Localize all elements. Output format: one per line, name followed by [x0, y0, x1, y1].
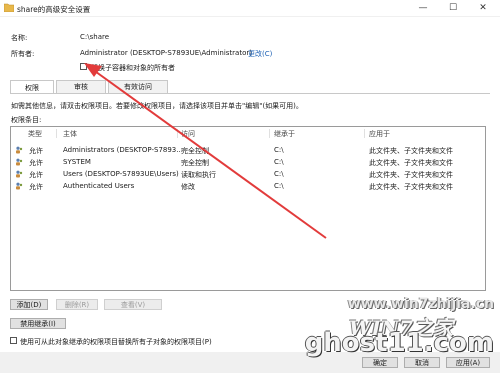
watermark-url-top: www.win7zhijia.cn	[347, 296, 494, 312]
column-header-access[interactable]: 访问	[181, 129, 195, 139]
table-row[interactable]: 允许 Administrators (DESKTOP-S7893... 完全控制…	[12, 145, 484, 155]
description-text: 如需其他信息，请双击权限项目。若要修改权限项目，请选择该项目并单击"编辑"(如果…	[11, 102, 303, 110]
maximize-icon: ☐	[448, 3, 458, 13]
replace-owner-checkbox[interactable]	[80, 63, 87, 70]
name-label: 名称:	[11, 34, 28, 42]
tab-panel-border	[10, 93, 490, 94]
row-type: 允许	[29, 147, 43, 155]
row-applies: 此文件夹、子文件夹和文件	[369, 171, 453, 179]
row-access: 修改	[181, 183, 195, 191]
column-divider	[56, 129, 57, 138]
table-row[interactable]: 允许 Users (DESKTOP-S7893UE\Users) 读取和执行 C…	[12, 169, 484, 179]
row-inherited: C:\	[274, 170, 284, 178]
users-icon	[16, 146, 23, 154]
row-principal: Administrators (DESKTOP-S7893...	[63, 146, 183, 154]
row-access: 完全控制	[181, 159, 209, 167]
replace-owner-label: 替换子容器和对象的所有者	[91, 64, 175, 72]
minimize-icon: —	[418, 3, 428, 13]
folder-icon	[4, 3, 14, 12]
change-owner-link[interactable]: 更改(C)	[248, 49, 272, 59]
replace-child-permissions-checkbox[interactable]	[10, 337, 17, 344]
table-row[interactable]: 允许 SYSTEM 完全控制 C:\ 此文件夹、子文件夹和文件	[12, 157, 484, 167]
row-type: 允许	[29, 183, 43, 191]
cancel-button[interactable]: 取消	[404, 357, 440, 368]
replace-child-permissions-label: 使用可从此对象继承的权限项目替换所有子对象的权限项目(P)	[20, 338, 212, 346]
tab-permissions[interactable]: 权限	[10, 80, 54, 94]
minimize-button[interactable]: —	[408, 0, 438, 16]
title-bar: share的高级安全设置 — ☐ ✕	[0, 0, 500, 17]
users-icon	[16, 182, 23, 190]
add-button[interactable]: 添加(D)	[10, 299, 48, 310]
users-icon	[16, 170, 23, 178]
close-button[interactable]: ✕	[468, 0, 498, 16]
name-value: C:\share	[80, 33, 110, 41]
maximize-button[interactable]: ☐	[438, 0, 468, 16]
row-access: 完全控制	[181, 147, 209, 155]
column-header-type[interactable]: 类型	[28, 129, 42, 139]
window-title: share的高级安全设置	[17, 5, 91, 14]
row-access: 读取和执行	[181, 171, 216, 179]
close-icon: ✕	[479, 3, 487, 13]
row-type: 允许	[29, 159, 43, 167]
ok-button[interactable]: 确定	[362, 357, 398, 368]
column-divider	[364, 129, 365, 138]
permission-entries-table[interactable]: 类型 主体 访问 继承于 应用于 允许 Administrators (DESK…	[10, 126, 486, 291]
row-inherited: C:\	[274, 146, 284, 154]
tab-auditing[interactable]: 审核	[56, 80, 106, 93]
row-inherited: C:\	[274, 158, 284, 166]
row-applies: 此文件夹、子文件夹和文件	[369, 183, 453, 191]
remove-button[interactable]: 删除(R)	[56, 299, 98, 310]
row-applies: 此文件夹、子文件夹和文件	[369, 159, 453, 167]
entries-label: 权限条目:	[11, 116, 42, 124]
column-header-inherited[interactable]: 继承于	[274, 129, 295, 139]
table-row[interactable]: 允许 Authenticated Users 修改 C:\ 此文件夹、子文件夹和…	[12, 181, 484, 191]
tab-effective-access[interactable]: 有效访问	[108, 80, 168, 93]
row-type: 允许	[29, 171, 43, 179]
owner-value: Administrator (DESKTOP-S7893UE\Administr…	[80, 49, 252, 57]
watermark-url-bottom: ghost11.com	[304, 328, 494, 358]
column-header-principal[interactable]: 主体	[63, 129, 77, 139]
row-principal: SYSTEM	[63, 158, 91, 166]
apply-button[interactable]: 应用(A)	[446, 357, 490, 368]
row-applies: 此文件夹、子文件夹和文件	[369, 147, 453, 155]
row-principal: Users (DESKTOP-S7893UE\Users)	[63, 170, 179, 178]
row-principal: Authenticated Users	[63, 182, 135, 190]
column-divider	[269, 129, 270, 138]
column-header-applies[interactable]: 应用于	[369, 129, 390, 139]
view-button[interactable]: 查看(V)	[104, 299, 162, 310]
column-divider	[177, 129, 178, 138]
disable-inheritance-button[interactable]: 禁用继承(I)	[10, 318, 66, 329]
users-icon	[16, 158, 23, 166]
row-inherited: C:\	[274, 182, 284, 190]
owner-label: 所有者:	[11, 50, 35, 58]
